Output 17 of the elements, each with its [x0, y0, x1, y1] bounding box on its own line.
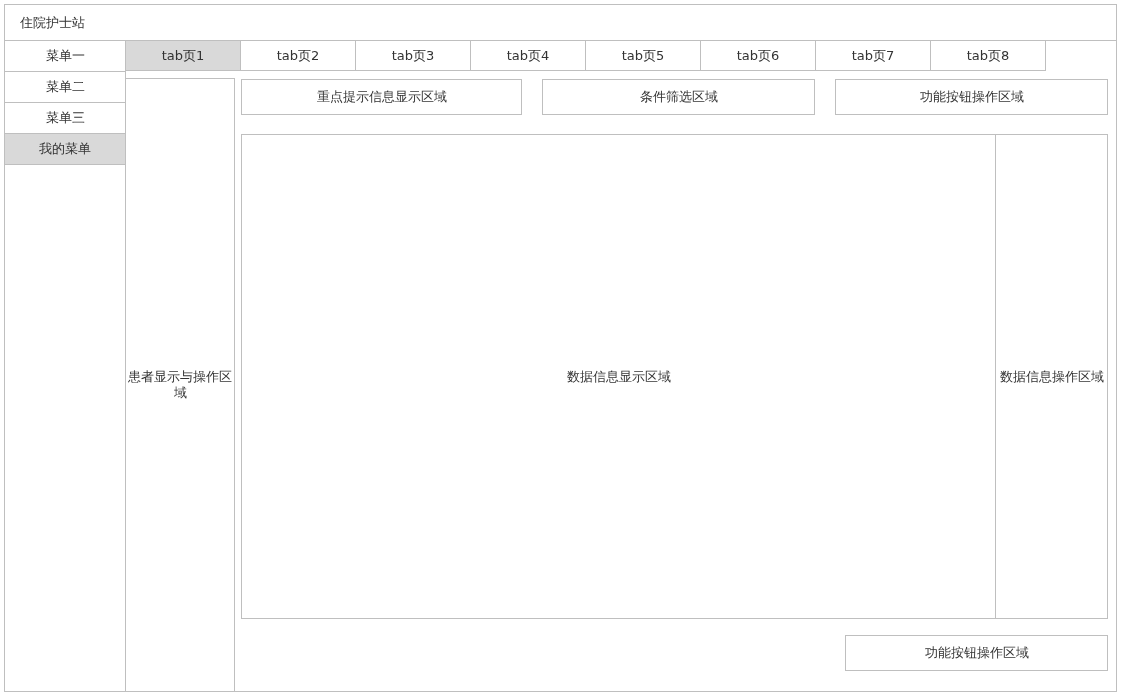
tab[interactable]: tab页7 — [816, 41, 931, 71]
data-display-panel: 数据信息显示区域 — [242, 135, 996, 618]
tab[interactable]: tab页6 — [701, 41, 816, 71]
area-panel: 条件筛选区域 — [542, 79, 815, 115]
window-title: 住院护士站 — [20, 13, 85, 32]
area-panel: 功能按钮操作区域 — [835, 79, 1108, 115]
tab[interactable]: tab页2 — [241, 41, 356, 71]
data-operations-label: 数据信息操作区域 — [999, 367, 1104, 386]
tab[interactable]: tab页8 — [931, 41, 1046, 71]
tab[interactable]: tab页3 — [356, 41, 471, 71]
sidebar-item[interactable]: 我的菜单 — [5, 134, 125, 165]
tab[interactable]: tab页5 — [586, 41, 701, 71]
area-panel: 功能按钮操作区域 — [845, 635, 1108, 671]
tab[interactable]: tab页4 — [471, 41, 586, 71]
patient-panel: 患者显示与操作区域 — [126, 78, 235, 691]
area-panel: 重点提示信息显示区域 — [241, 79, 522, 115]
tab[interactable]: tab页1 — [126, 41, 241, 71]
